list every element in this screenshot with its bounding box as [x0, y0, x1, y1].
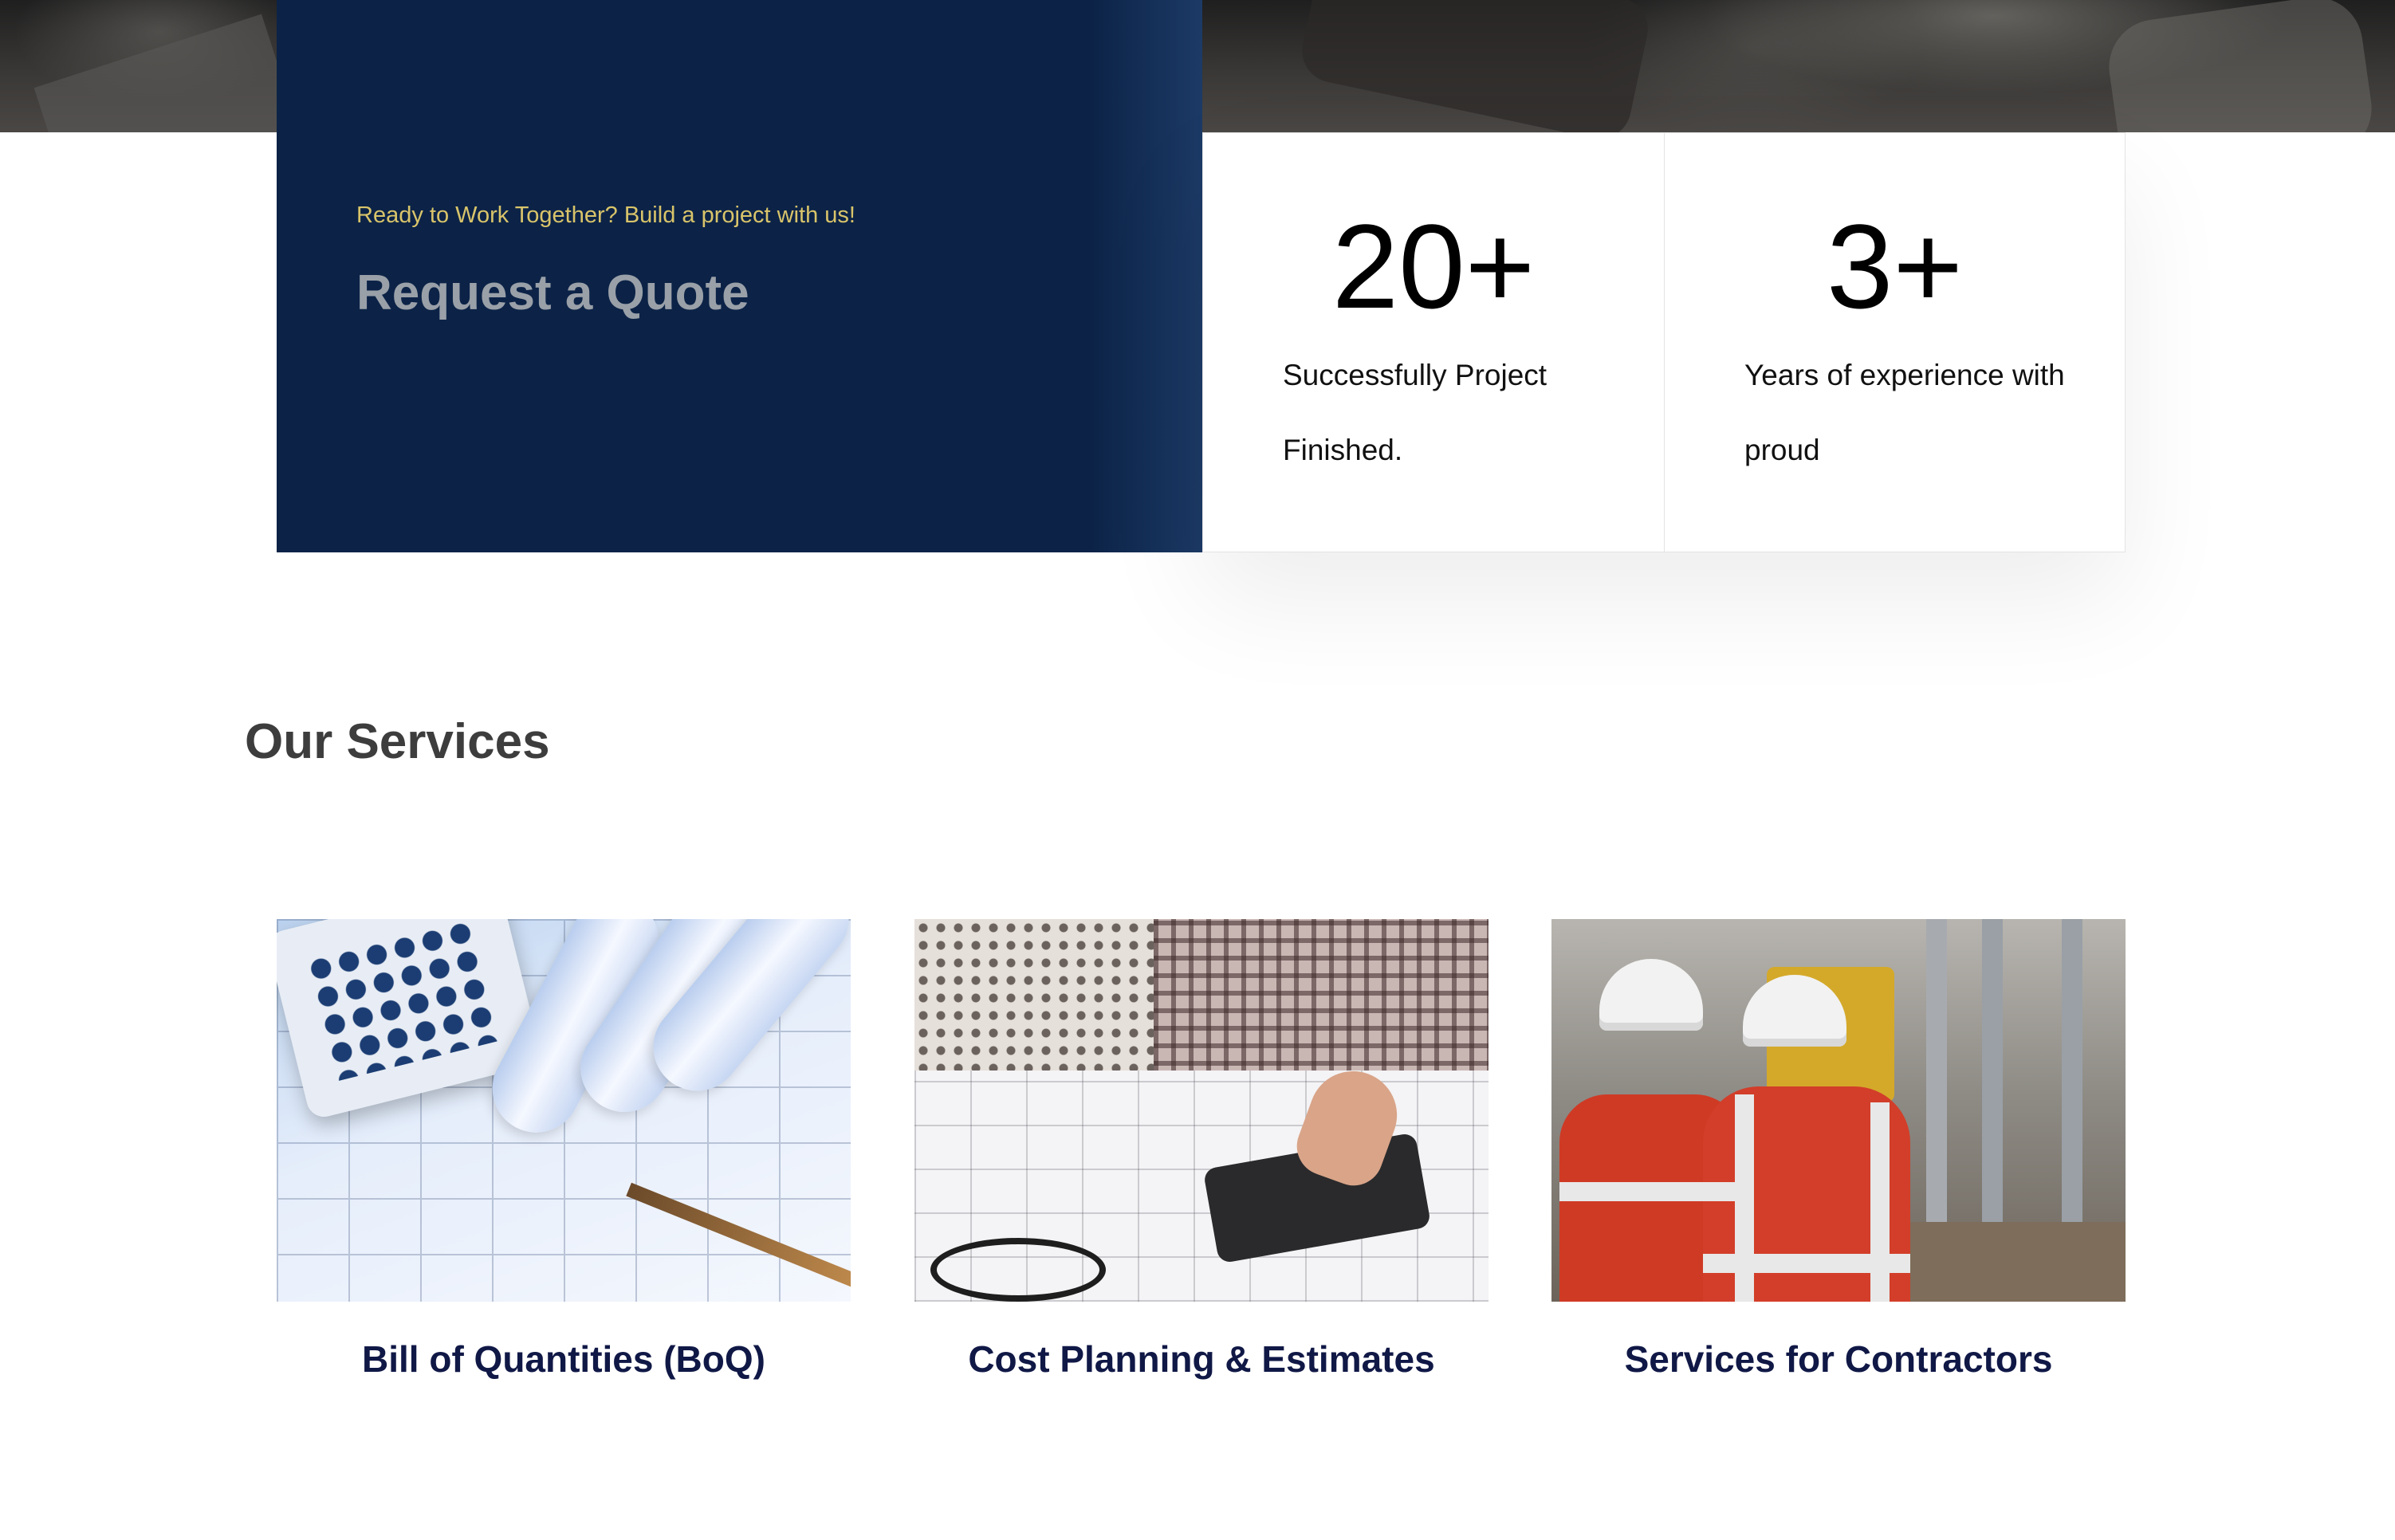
stat-number: 20+ [1331, 199, 1536, 333]
service-title[interactable]: Bill of Quantities (BoQ) [277, 1338, 851, 1381]
people-calculating-image[interactable] [914, 919, 1489, 1302]
stat-label: Successfully Project Finished. [1283, 359, 1548, 466]
request-quote-link[interactable]: Request a Quote [356, 265, 749, 321]
construction-workers-image[interactable] [1551, 919, 2126, 1302]
service-card-contractors[interactable]: Services for Contractors [1551, 919, 2126, 1381]
services-heading: Our Services [245, 714, 550, 769]
quote-panel: Ready to Work Together? Build a project … [277, 0, 1202, 552]
stat-experience: 3+ Years of experience with proud [1664, 133, 2125, 552]
service-title[interactable]: Cost Planning & Estimates [914, 1338, 1489, 1381]
blueprint-calculator-image[interactable] [277, 919, 851, 1302]
stat-label: Years of experience with proud [1744, 359, 2065, 466]
service-card-cost-planning[interactable]: Cost Planning & Estimates [914, 919, 1489, 1381]
quote-tagline: Ready to Work Together? Build a project … [356, 202, 855, 228]
stats-box: 20+ Successfully Project Finished. 3+ Ye… [1202, 132, 2126, 552]
stat-projects: 20+ Successfully Project Finished. [1203, 133, 1664, 552]
service-title[interactable]: Services for Contractors [1551, 1338, 2126, 1381]
stat-number: 3+ [1826, 199, 1964, 333]
service-card-boq[interactable]: Bill of Quantities (BoQ) [277, 919, 851, 1381]
